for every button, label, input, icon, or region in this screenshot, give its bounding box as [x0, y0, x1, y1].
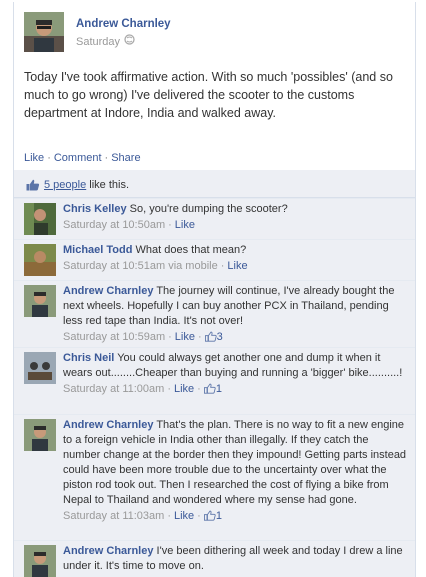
separator: · — [197, 510, 201, 522]
post-timestamp[interactable]: Saturday — [76, 34, 135, 48]
comment-body: Andrew Charnley I've been dithering all … — [63, 544, 407, 574]
poster-name[interactable]: Andrew Charnley — [76, 18, 171, 30]
comment-meta: Saturday at 11:03am · Like · 1 — [63, 509, 407, 526]
comment-avatar[interactable] — [24, 419, 56, 451]
comment-item: Andrew Charnley I've been dithering all … — [14, 540, 415, 577]
comment-time[interactable]: Saturday at 11:03am — [63, 510, 164, 522]
avatar-photo — [24, 285, 56, 317]
comment-time[interactable]: Saturday at 10:50am — [63, 219, 165, 231]
likes-text: 5 people like this. — [44, 179, 129, 191]
separator: · — [167, 510, 171, 522]
commenter-name[interactable]: Michael Todd — [63, 244, 132, 256]
comment-like-link[interactable]: Like — [174, 383, 194, 395]
separator: · — [220, 260, 225, 272]
comment-body: Michael Todd What does that mean? Saturd… — [63, 243, 407, 274]
comment-avatar[interactable] — [24, 203, 56, 235]
separator: · — [197, 383, 201, 395]
globe-icon[interactable] — [124, 34, 135, 48]
commenter-name[interactable]: Andrew Charnley — [63, 545, 153, 557]
commenter-name[interactable]: Chris Neil — [63, 352, 114, 364]
comment-item: Andrew Charnley That's the plan. There i… — [14, 414, 415, 540]
separator: · — [167, 383, 171, 395]
avatar-photo — [24, 12, 64, 52]
comment-body: Chris Neil You could always get another … — [63, 351, 407, 399]
separator: · — [104, 152, 109, 164]
comment-like-link[interactable]: Like — [174, 510, 194, 522]
story-card: Andrew Charnley Saturday Today I've took… — [13, 2, 416, 577]
commenter-name[interactable]: Andrew Charnley — [63, 419, 153, 431]
comment-text: You could always get another one and dum… — [63, 352, 403, 379]
comment-like-link[interactable]: Like — [227, 260, 247, 272]
comment-meta: Saturday at 10:51am via mobile · Like — [63, 259, 407, 274]
comment-avatar[interactable] — [24, 545, 56, 577]
likes-count-link[interactable]: 5 people — [44, 179, 86, 191]
feedback-area: 5 people like this. Chris Kelley So, you… — [14, 170, 415, 577]
comment-avatar[interactable] — [24, 244, 56, 276]
comment-avatar[interactable] — [24, 285, 56, 317]
comment-item: Michael Todd What does that mean? Saturd… — [14, 239, 415, 280]
comment-like-link[interactable]: Like — [175, 331, 195, 343]
comment-body: Andrew Charnley The journey will continu… — [63, 284, 407, 347]
likes-suffix: like this. — [86, 179, 130, 191]
separator: · — [47, 152, 51, 164]
comment-like-count[interactable]: 3 — [217, 331, 223, 343]
comment-meta: Saturday at 11:00am · Like · 1 — [63, 382, 407, 399]
comment-like-link[interactable]: Like — [175, 219, 195, 231]
thumbs-up-icon — [26, 179, 40, 194]
post-text: Today I've took affirmative action. With… — [24, 70, 393, 120]
post-time-text[interactable]: Saturday — [76, 36, 120, 48]
thumbs-up-icon[interactable] — [203, 510, 216, 526]
avatar-photo — [24, 419, 56, 451]
comment-time[interactable]: Saturday at 11:00am — [63, 383, 164, 395]
avatar-photo — [24, 352, 56, 384]
comment-item: Chris Neil You could always get another … — [14, 347, 415, 414]
comment-meta: Saturday at 10:59am · Like · 3 — [63, 330, 407, 347]
comment-like-count[interactable]: 1 — [216, 510, 222, 522]
likes-summary: 5 people like this. — [14, 173, 415, 198]
thumbs-up-icon[interactable] — [204, 331, 217, 347]
avatar-photo — [24, 203, 56, 235]
avatar-photo — [24, 244, 56, 276]
post-actions: Like · Comment · Share — [24, 152, 141, 164]
separator: · — [168, 331, 172, 343]
comment-time[interactable]: Saturday at 10:59am — [63, 331, 165, 343]
comment-like-count[interactable]: 1 — [216, 383, 222, 395]
comment-time[interactable]: Saturday at 10:51am — [63, 260, 165, 272]
comment-meta: Saturday at 10:50am · Like — [63, 218, 407, 233]
comment-avatar[interactable] — [24, 352, 56, 384]
comment-item: Andrew Charnley The journey will continu… — [14, 280, 415, 347]
comment-text: So, you're dumping the scooter? — [129, 203, 288, 215]
comment-source: via mobile — [168, 260, 218, 272]
separator: · — [168, 219, 172, 231]
commenter-name[interactable]: Andrew Charnley — [63, 285, 153, 297]
comment-item: Chris Kelley So, you're dumping the scoo… — [14, 198, 415, 239]
comment-link[interactable]: Comment — [54, 152, 102, 164]
comment-text: What does that mean? — [135, 244, 247, 256]
share-link[interactable]: Share — [111, 152, 140, 164]
comment-body: Chris Kelley So, you're dumping the scoo… — [63, 202, 407, 233]
like-link[interactable]: Like — [24, 152, 44, 164]
commenter-name[interactable]: Chris Kelley — [63, 203, 127, 215]
comment-body: Andrew Charnley That's the plan. There i… — [63, 418, 407, 526]
thumbs-up-icon[interactable] — [203, 383, 216, 399]
separator: · — [197, 331, 202, 343]
avatar-photo — [24, 545, 56, 577]
comment-text: That's the plan. There is no way to fit … — [63, 419, 407, 506]
avatar[interactable] — [24, 12, 64, 52]
